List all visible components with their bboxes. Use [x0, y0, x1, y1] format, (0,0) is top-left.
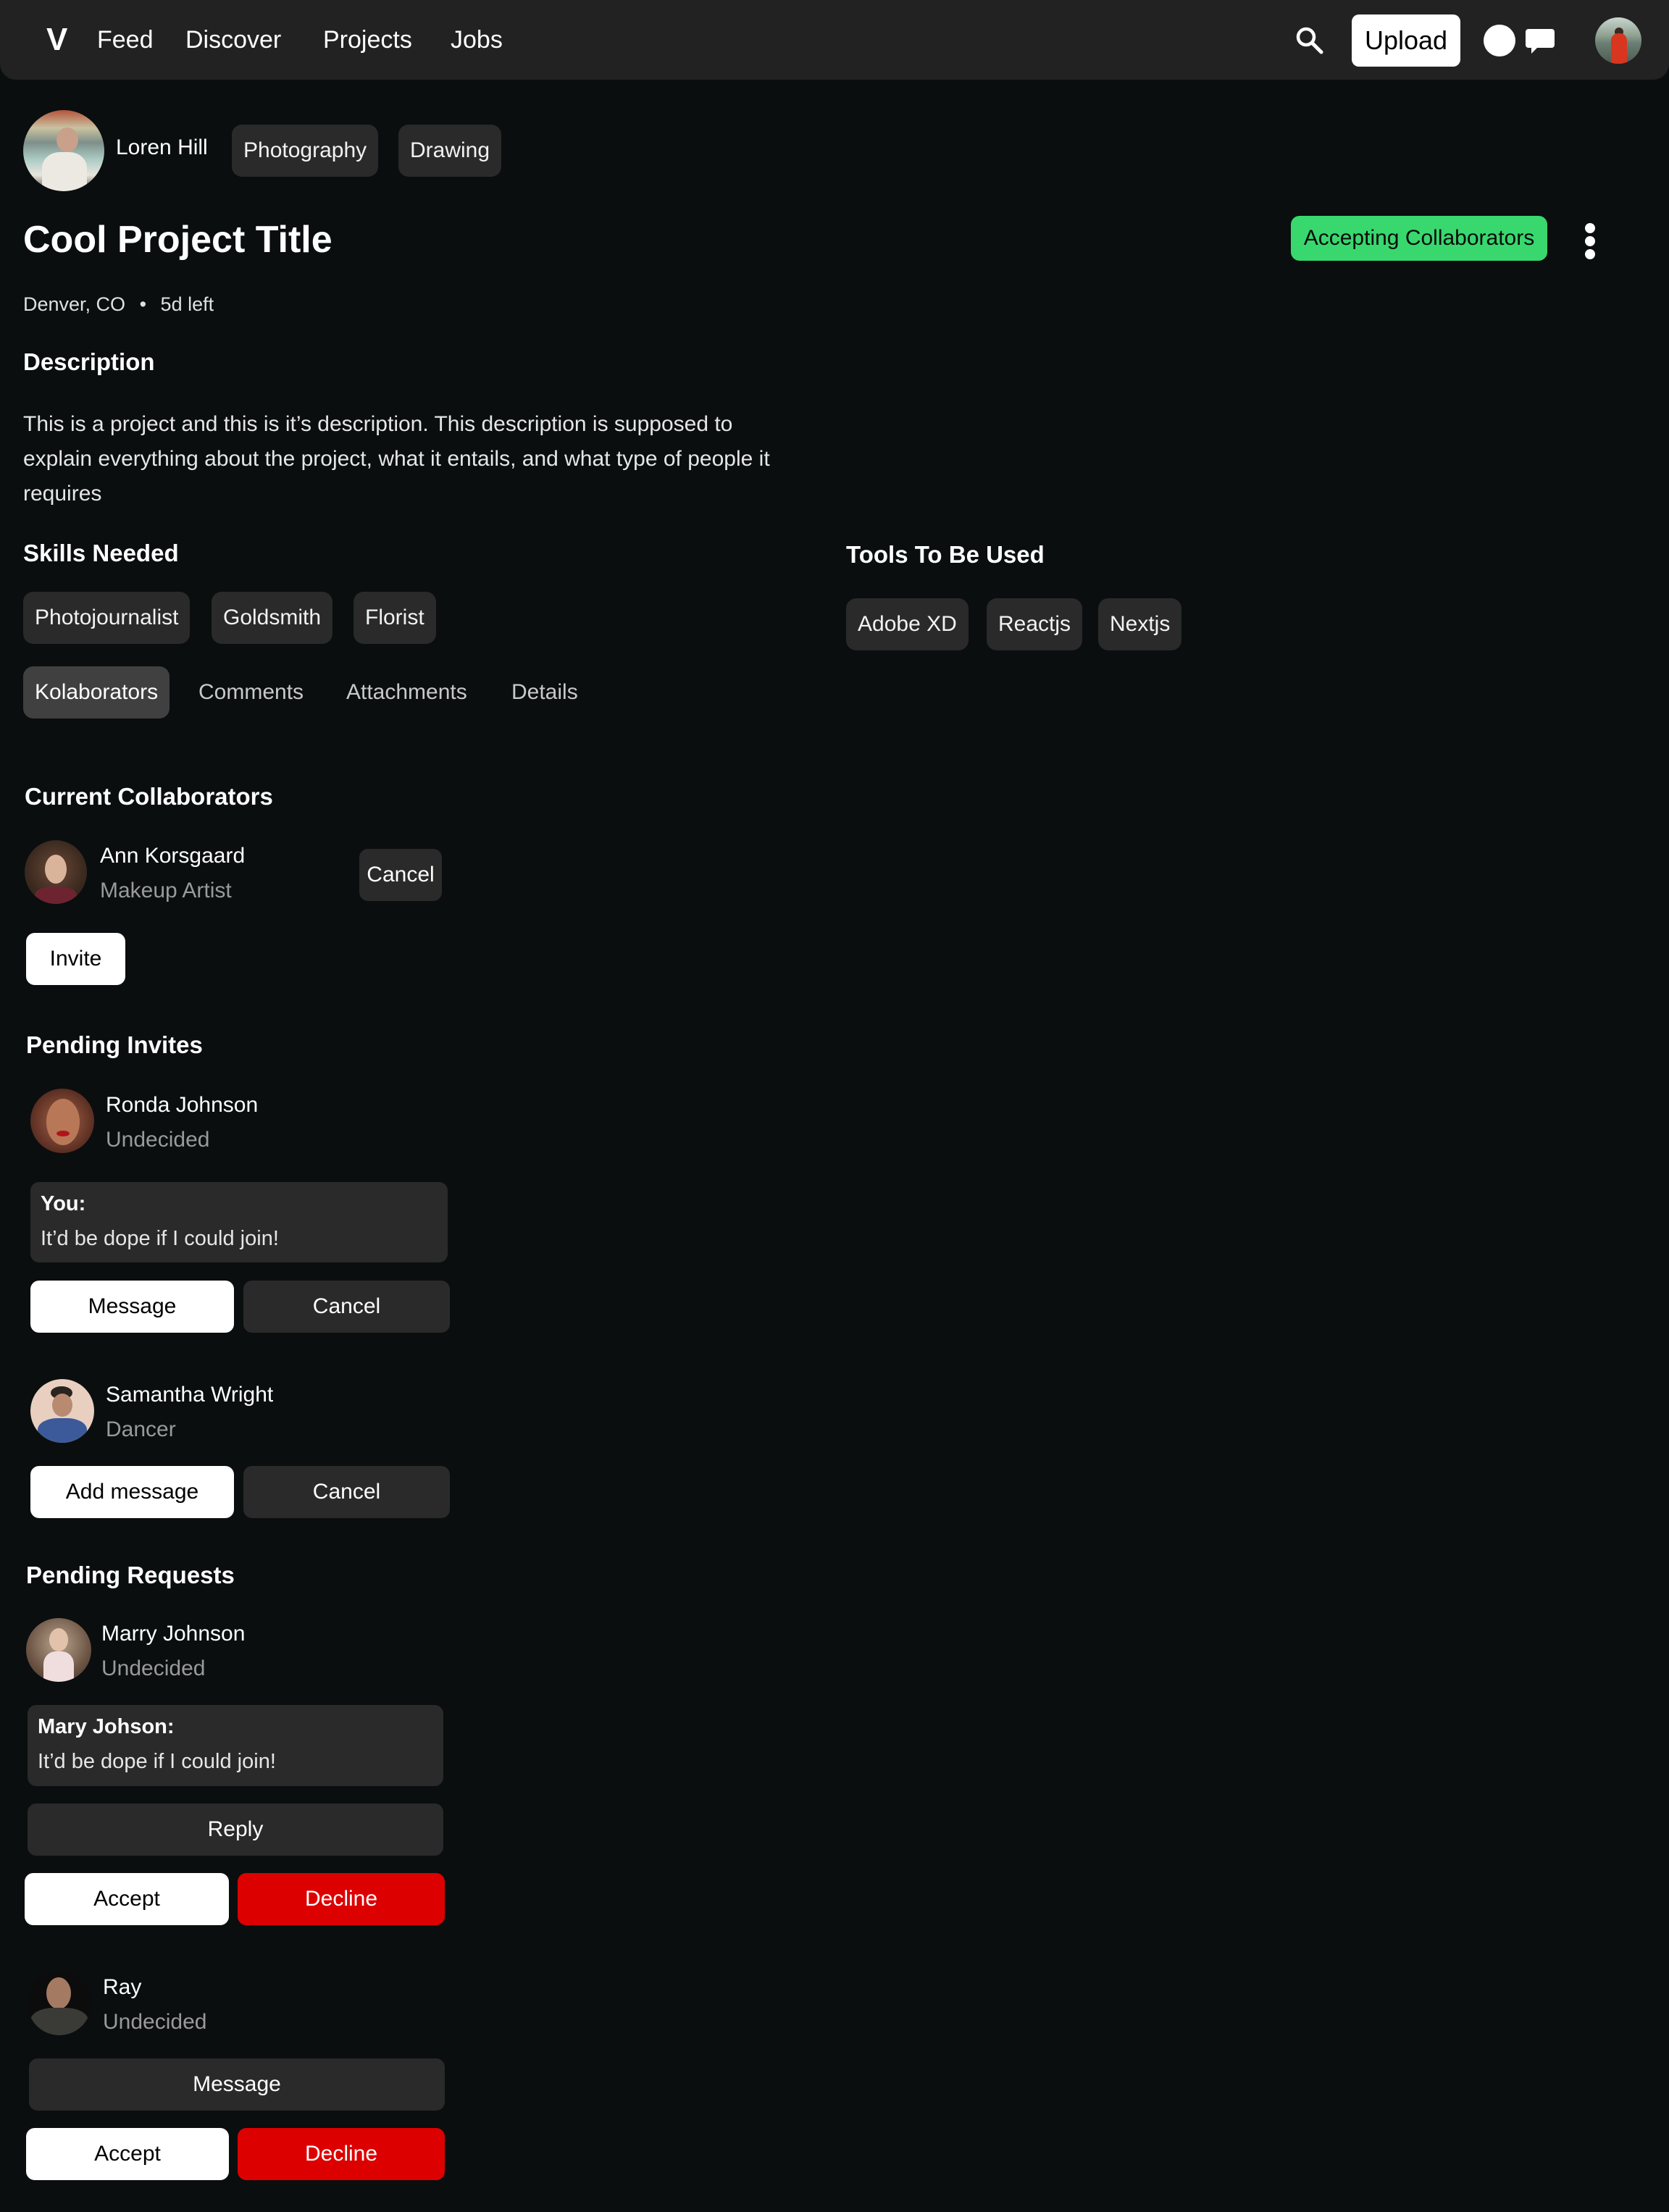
project-title: Cool Project Title	[23, 219, 332, 261]
skills-heading: Skills Needed	[23, 540, 179, 566]
tool-chip[interactable]: Reactjs	[987, 598, 1083, 650]
cancel-invite-button[interactable]: Cancel	[243, 1281, 450, 1333]
avatar-lips	[57, 1131, 70, 1136]
avatar-face	[46, 1099, 80, 1145]
message-text: It’d be dope if I could join!	[38, 1750, 276, 1773]
category-chip-drawing[interactable]: Drawing	[398, 125, 502, 177]
nav-link-projects[interactable]: Projects	[323, 22, 412, 58]
avatar-body	[35, 887, 77, 904]
avatar-face	[49, 1628, 68, 1651]
invite-button[interactable]: Invite	[26, 933, 125, 985]
requester-name[interactable]: Ray	[103, 1975, 141, 2000]
project-meta: Denver, CO • 5d left	[23, 291, 214, 317]
nav-link-discover[interactable]: Discover	[185, 22, 281, 58]
message-text: It’d be dope if I could join!	[41, 1227, 279, 1250]
avatar-face	[45, 855, 67, 884]
reply-button[interactable]: Reply	[28, 1803, 443, 1856]
skill-chip[interactable]: Florist	[354, 592, 436, 644]
description-text: This is a project and this is it’s descr…	[23, 412, 770, 506]
invite-message-box: You: It’d be dope if I could join!	[30, 1182, 448, 1262]
pending-requests-heading: Pending Requests	[26, 1562, 235, 1588]
skill-chip[interactable]: Goldsmith	[212, 592, 333, 644]
chat-icon[interactable]	[1524, 25, 1556, 56]
tools-heading: Tools To Be Used	[846, 541, 1045, 568]
invitee-avatar[interactable]	[30, 1379, 94, 1443]
requester-status: Undecided	[103, 2010, 207, 2034]
avatar-body	[30, 2008, 88, 2035]
invitee-name[interactable]: Ronda Johnson	[106, 1093, 258, 1118]
nav-link-jobs[interactable]: Jobs	[451, 22, 503, 58]
collaborator-name[interactable]: Ann Korsgaard	[100, 844, 245, 868]
kebab-dot	[1585, 249, 1595, 259]
notification-icon[interactable]	[1484, 25, 1515, 56]
collaborator-role: Makeup Artist	[100, 879, 232, 902]
owner-name[interactable]: Loren Hill	[116, 135, 208, 160]
location: Denver, CO	[23, 293, 126, 315]
status-badge[interactable]: Accepting Collaborators	[1291, 216, 1547, 261]
message-author: You:	[41, 1192, 86, 1215]
message-button[interactable]: Message	[29, 2058, 445, 2111]
request-message-box: Mary Johson: It’d be dope if I could joi…	[28, 1705, 443, 1786]
skill-chip[interactable]: Photojournalist	[23, 592, 191, 644]
owner-avatar[interactable]	[23, 110, 104, 191]
tool-chip[interactable]: Nextjs	[1098, 598, 1182, 650]
tab-comments[interactable]: Comments	[198, 666, 304, 719]
avatar-face	[52, 1394, 72, 1417]
search-icon[interactable]	[1294, 25, 1326, 56]
accept-button[interactable]: Accept	[25, 1873, 229, 1925]
cancel-invite-button[interactable]: Cancel	[243, 1466, 450, 1518]
tab-kolaborators[interactable]: Kolaborators	[23, 666, 170, 719]
requester-name[interactable]: Marry Johnson	[101, 1622, 245, 1646]
kebab-dot	[1585, 223, 1595, 233]
time-left: 5d left	[160, 293, 214, 315]
tab-details[interactable]: Details	[511, 666, 578, 719]
category-chip-photography[interactable]: Photography	[232, 125, 379, 177]
description-heading: Description	[23, 348, 155, 375]
requester-status: Undecided	[101, 1656, 206, 1680]
kebab-dot	[1585, 236, 1595, 246]
avatar-body	[43, 1651, 74, 1682]
avatar-body	[42, 152, 87, 191]
decline-button[interactable]: Decline	[238, 1873, 445, 1925]
top-navbar: V Feed Discover Projects Jobs Upload	[0, 0, 1669, 80]
decline-button[interactable]: Decline	[238, 2128, 445, 2180]
current-collaborators-heading: Current Collaborators	[25, 783, 273, 810]
add-message-button[interactable]: Add message	[30, 1466, 234, 1518]
requester-avatar[interactable]	[28, 1972, 91, 2035]
tool-chip[interactable]: Adobe XD	[846, 598, 969, 650]
cancel-collaborator-button[interactable]: Cancel	[359, 849, 442, 901]
more-options-icon[interactable]	[1582, 217, 1599, 264]
invitee-role: Dancer	[106, 1417, 176, 1441]
avatar-face	[46, 1977, 71, 2009]
profile-avatar[interactable]	[1595, 17, 1641, 64]
requester-avatar[interactable]	[26, 1618, 91, 1682]
avatar-body-shape	[1611, 33, 1627, 64]
upload-button[interactable]: Upload	[1352, 14, 1460, 67]
invitee-name[interactable]: Samantha Wright	[106, 1383, 273, 1407]
accept-button[interactable]: Accept	[26, 2128, 229, 2180]
logo[interactable]: V	[46, 20, 67, 59]
message-author: Mary Johson:	[38, 1715, 175, 1738]
collaborator-avatar[interactable]	[25, 840, 87, 904]
invitee-status: Undecided	[106, 1128, 210, 1152]
pending-invites-heading: Pending Invites	[26, 1031, 203, 1058]
avatar-face	[57, 127, 78, 152]
nav-link-feed[interactable]: Feed	[97, 22, 154, 58]
meta-separator: •	[139, 293, 147, 315]
tab-attachments[interactable]: Attachments	[346, 666, 467, 719]
message-button[interactable]: Message	[30, 1281, 234, 1333]
invitee-avatar[interactable]	[30, 1089, 94, 1153]
avatar-body	[38, 1418, 87, 1443]
